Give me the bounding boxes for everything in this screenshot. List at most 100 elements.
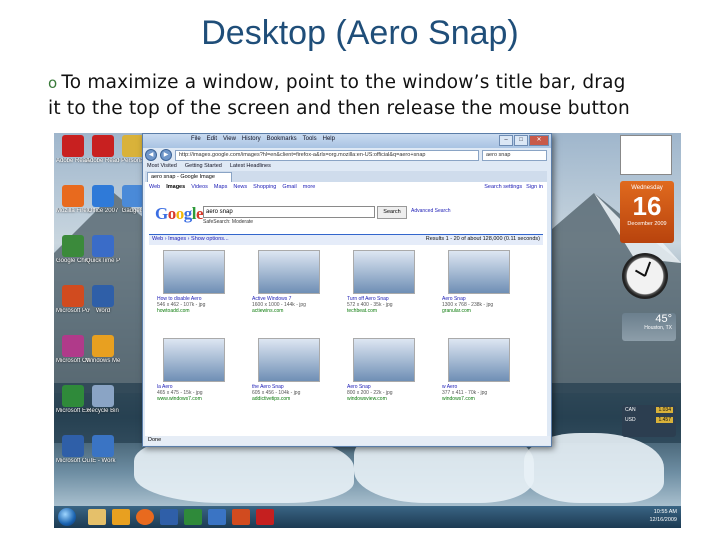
- desktop-icon-label: Adobe Reader: [56, 158, 90, 164]
- image-result[interactable]: Turn off Aero Snap 572 x 400 - 35k - jpg t…: [347, 250, 429, 314]
- desktop-icon[interactable]: Adobe Reader: [56, 135, 90, 165]
- desktop-icon-label: Adobe Reader 8: [86, 158, 120, 164]
- desktop-icon[interactable]: Recycle Bin: [86, 385, 120, 415]
- taskbar-outlook-icon[interactable]: [208, 509, 226, 525]
- desktop-icon[interactable]: Microsoft Office Ac: [56, 335, 90, 365]
- taskbar-powerpoint-icon[interactable]: [232, 509, 250, 525]
- app-icon: [62, 185, 84, 207]
- close-button[interactable]: ✕: [529, 135, 549, 146]
- taskbar-firefox-icon[interactable]: [136, 509, 154, 525]
- sign-in-link[interactable]: Sign in: [526, 184, 543, 190]
- google-logo[interactable]: Google: [155, 204, 204, 224]
- taskbar-acrobat-icon[interactable]: [256, 509, 274, 525]
- taskbar-excel-icon[interactable]: [184, 509, 202, 525]
- image-thumbnail[interactable]: [448, 250, 510, 294]
- google-nav-shopping[interactable]: Shopping: [253, 184, 276, 190]
- back-icon[interactable]: ◀: [145, 149, 157, 161]
- image-thumbnail[interactable]: [448, 338, 510, 382]
- weather-gadget[interactable]: 45° Houston, TX: [622, 313, 676, 341]
- image-source: www.windows7.com: [157, 396, 202, 402]
- menu-edit[interactable]: Edit: [207, 136, 217, 142]
- page-content: Web Images Videos Maps News Shopping Gma…: [145, 182, 547, 436]
- google-search-input[interactable]: aero snap: [203, 206, 375, 218]
- results-breadcrumb[interactable]: Web › Images › Show options...: [152, 236, 229, 242]
- forward-icon[interactable]: ▶: [160, 149, 172, 161]
- image-thumbnail[interactable]: [163, 338, 225, 382]
- taskbar-explorer-icon[interactable]: [88, 509, 106, 525]
- browser-window[interactable]: File Edit View History Bookmarks Tools H…: [142, 133, 552, 447]
- advanced-search-link[interactable]: Advanced Search: [411, 208, 450, 214]
- image-source: granular.com: [442, 308, 471, 314]
- image-result[interactable]: w Aero 377 x 411 - 70k - jpg windows7.com: [442, 338, 524, 402]
- bookmark-item[interactable]: Most Visited: [147, 163, 177, 169]
- clock-hand: [634, 269, 646, 277]
- image-result[interactable]: la Aero 465 x 475 - 15k - jpg www.windows7…: [157, 338, 239, 402]
- desktop-icon-label: Windows Media: [86, 358, 120, 364]
- currency-gadget[interactable]: CAN 1.034 USD 1.457: [622, 405, 676, 437]
- tray-date: 12/16/2009: [649, 517, 677, 523]
- google-nav-maps[interactable]: Maps: [214, 184, 227, 190]
- image-thumbnail[interactable]: [163, 250, 225, 294]
- url-bar[interactable]: http://images.google.com/images?hl=en&cl…: [175, 149, 479, 161]
- image-result[interactable]: How to disable Aero 546 x 462 - 107k - jp…: [157, 250, 239, 314]
- desktop-icon[interactable]: Adobe Reader 8: [86, 135, 120, 165]
- google-nav-web[interactable]: Web: [149, 184, 160, 190]
- desktop-icon[interactable]: IE - Work: [86, 435, 120, 465]
- desktop-icon-label: Microsoft PowerPoint: [56, 308, 90, 314]
- results-count: Results 1 - 20 of about 128,000 (0.11 se…: [425, 236, 540, 242]
- taskbar-media-icon[interactable]: [112, 509, 130, 525]
- image-thumbnail[interactable]: [258, 338, 320, 382]
- image-result[interactable]: the Aero Snap 605 x 456 - 104k - jpg addic…: [252, 338, 334, 402]
- menu-tools[interactable]: Tools: [303, 136, 317, 142]
- desktop-icon[interactable]: QuickTime Player: [86, 235, 120, 265]
- menu-bookmarks[interactable]: Bookmarks: [267, 136, 297, 142]
- menu-view[interactable]: View: [223, 136, 236, 142]
- clock-gadget[interactable]: [622, 253, 668, 299]
- menu-file[interactable]: File: [191, 136, 201, 142]
- menu-help[interactable]: Help: [323, 136, 335, 142]
- image-source: howtoadd.com: [157, 308, 190, 314]
- desktop-icon[interactable]: Microsoft Outlook: [56, 435, 90, 465]
- google-nav-images[interactable]: Images: [166, 184, 185, 190]
- bookmark-item[interactable]: Latest Headlines: [230, 163, 271, 169]
- image-thumbnail[interactable]: [353, 338, 415, 382]
- minimize-button[interactable]: –: [499, 135, 513, 146]
- date-tile: Wednesday 16 December 2009: [620, 181, 674, 243]
- app-icon: [62, 435, 84, 457]
- status-bar: Done: [145, 436, 550, 445]
- tray-time: 10:55 AM: [653, 509, 677, 515]
- image-result[interactable]: Aero Snap 800 x 200 - 22k - jpg windowsvie…: [347, 338, 429, 402]
- taskbar-word-icon[interactable]: [160, 509, 178, 525]
- desktop-icon[interactable]: Word: [86, 285, 120, 315]
- google-nav-more[interactable]: more: [303, 184, 316, 190]
- desktop-icon-label: Recycle Bin: [87, 408, 119, 414]
- google-nav-videos[interactable]: Videos: [191, 184, 208, 190]
- maximize-button[interactable]: □: [514, 135, 528, 146]
- desktop-icon[interactable]: Windows Media: [86, 335, 120, 365]
- navigation-toolbar: ◀ ▶ http://images.google.com/images?hl=e…: [145, 148, 547, 162]
- google-nav-news[interactable]: News: [233, 184, 247, 190]
- desktop-icon[interactable]: Google Chrome: [56, 235, 90, 265]
- currency-value: 1.034: [656, 407, 673, 413]
- search-settings-link[interactable]: Search settings: [484, 184, 522, 190]
- image-source: techbeat.com: [347, 308, 378, 314]
- start-button[interactable]: [58, 508, 76, 526]
- desktop-icon[interactable]: Microsoft PowerPoint: [56, 285, 90, 315]
- calendar-gadget[interactable]: Wednesday 16 December 2009: [620, 135, 678, 245]
- desktop-icon[interactable]: Mozilla Firefox: [56, 185, 90, 215]
- window-title-bar[interactable]: File Edit View History Bookmarks Tools H…: [143, 134, 551, 148]
- google-search-button[interactable]: Search: [377, 206, 407, 219]
- browser-tab[interactable]: aero snap - Google Image Search: [147, 172, 232, 189]
- image-result[interactable]: Aero Snap 1300 x 768 - 238k - jpg granular…: [442, 250, 524, 314]
- image-thumbnail[interactable]: [353, 250, 415, 294]
- desktop-icon[interactable]: Office 2007: [86, 185, 120, 215]
- google-nav-gmail[interactable]: Gmail: [282, 184, 296, 190]
- safesearch-label[interactable]: SafeSearch: Moderate: [203, 219, 253, 225]
- system-tray-clock[interactable]: 10:55 AM 12/16/2009: [649, 508, 677, 524]
- image-thumbnail[interactable]: [258, 250, 320, 294]
- desktop-icon[interactable]: Microsoft Excel: [56, 385, 90, 415]
- image-result[interactable]: Active Windows 7 1600 x 1000 - 144k - jpg…: [252, 250, 334, 314]
- bookmark-item[interactable]: Getting Started: [185, 163, 222, 169]
- browser-search-box[interactable]: aero snap: [482, 149, 547, 161]
- menu-history[interactable]: History: [242, 136, 261, 142]
